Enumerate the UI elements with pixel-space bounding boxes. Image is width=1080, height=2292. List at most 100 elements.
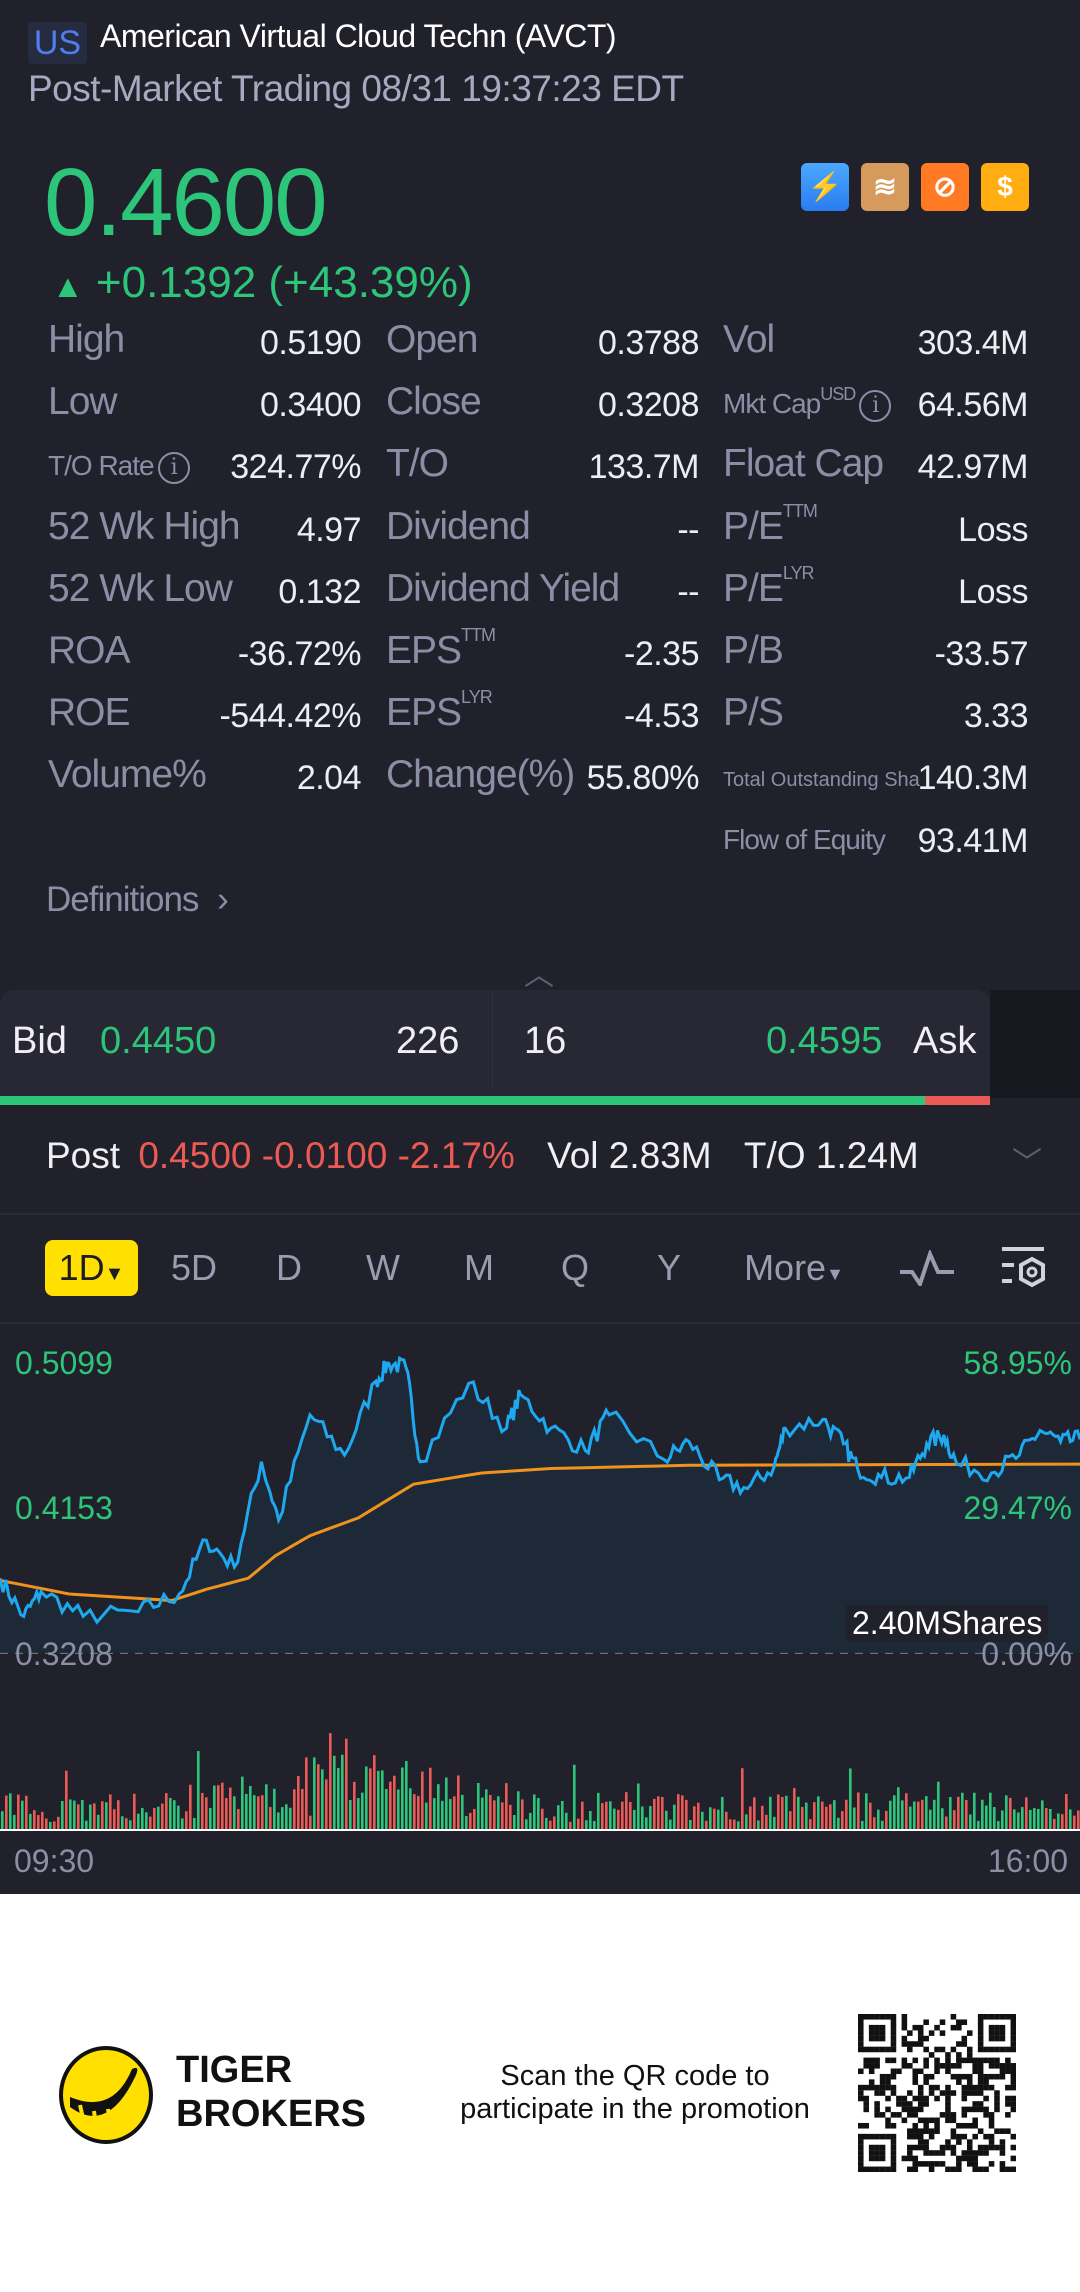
info-icon[interactable]: i <box>157 452 190 484</box>
volume-bar <box>293 1789 296 1830</box>
volume-bar <box>157 1806 160 1830</box>
volume-bar <box>561 1800 564 1830</box>
volume-bar <box>297 1776 300 1830</box>
caret-down-icon: ▼ <box>826 1264 844 1284</box>
definitions-link[interactable]: Definitions › <box>46 880 229 920</box>
volume-bar <box>269 1807 272 1830</box>
qr-module <box>999 2139 1006 2145</box>
expand-chevron-down-icon[interactable]: ﹀ <box>1012 1138 1042 1182</box>
tab-more[interactable]: More▼ <box>734 1240 854 1296</box>
volume-bar <box>545 1817 548 1830</box>
qr-module <box>858 2122 864 2129</box>
qr-module <box>972 2133 978 2140</box>
qr-module <box>874 2133 880 2140</box>
qr-module <box>934 2117 940 2124</box>
volume-bar <box>257 1796 260 1830</box>
volume-bar <box>477 1782 480 1830</box>
qr-module <box>885 2073 891 2080</box>
volume-bar <box>1021 1807 1024 1830</box>
qr-module <box>972 2101 978 2107</box>
post-price: 0.4500 <box>138 1135 252 1176</box>
volume-bar <box>373 1755 376 1830</box>
volume-bar <box>1025 1797 1028 1830</box>
volume-bar <box>265 1784 268 1830</box>
qr-module <box>885 2014 891 2020</box>
stat-label-text: Dividend <box>386 504 531 548</box>
qr-module <box>890 2035 897 2042</box>
qr-module <box>858 2144 864 2151</box>
volume-bar <box>481 1797 484 1830</box>
qr-module <box>879 2084 886 2091</box>
qr-module <box>917 2133 924 2140</box>
tab-quarter[interactable]: Q <box>550 1240 600 1296</box>
stat-label: Close <box>386 380 482 424</box>
qr-module <box>972 2090 978 2096</box>
dollar-icon[interactable]: $ <box>981 163 1029 211</box>
volume-bar <box>813 1802 816 1830</box>
volume-bar <box>837 1817 840 1830</box>
tab-week[interactable]: W <box>358 1240 408 1296</box>
qr-module <box>988 2144 995 2151</box>
qr-module <box>868 2150 875 2156</box>
qr-module <box>956 2161 962 2167</box>
qr-module <box>983 2150 989 2156</box>
stat-value: -4.53 <box>624 697 700 736</box>
qr-module <box>928 2084 935 2091</box>
volume-bar <box>425 1802 428 1830</box>
stat-label: Mkt CapUSD i <box>723 384 892 422</box>
qr-module <box>934 2063 940 2069</box>
volume-bar <box>693 1806 696 1830</box>
volume-bar <box>1001 1810 1004 1830</box>
qr-module <box>945 2068 951 2075</box>
qr-module <box>988 2112 995 2118</box>
tab-1d[interactable]: 1D▼ <box>45 1240 138 1296</box>
volume-bar <box>817 1796 820 1830</box>
qr-module <box>868 2079 875 2085</box>
tab-day[interactable]: D <box>264 1240 314 1296</box>
volume-bar <box>365 1766 368 1830</box>
volume-bar <box>1037 1808 1040 1830</box>
qr-module <box>879 2090 886 2096</box>
stat-label-sup: TTM <box>461 625 496 645</box>
qr-module <box>956 2079 962 2085</box>
stat-value: 133.7M <box>588 448 700 487</box>
qr-module <box>956 2133 962 2140</box>
collapse-chevron-up-icon[interactable]: ︿ <box>524 950 554 994</box>
volume-bar <box>61 1801 64 1830</box>
no-short-icon[interactable]: ⊘ <box>921 163 969 211</box>
tab-5d[interactable]: 5D <box>164 1240 224 1296</box>
post-change: -0.0100 <box>261 1135 388 1176</box>
volume-bar <box>13 1814 16 1830</box>
post-market-row[interactable]: Post 0.4500 -0.0100 -2.17% Vol 2.83M T/O… <box>46 1135 919 1177</box>
qr-module <box>858 2150 864 2156</box>
stat-label-text: P/E <box>723 504 784 548</box>
lightning-level1-icon[interactable]: ⚡ <box>801 163 849 211</box>
stat-value: 4.97 <box>296 510 362 549</box>
tab-month[interactable]: M <box>454 1240 504 1296</box>
qr-module <box>901 2019 908 2026</box>
chart-settings-icon[interactable] <box>998 1246 1048 1292</box>
qr-module <box>858 2166 864 2172</box>
qr-module <box>983 2095 989 2102</box>
qr-module <box>1005 2046 1011 2053</box>
qr-module <box>1010 2095 1016 2102</box>
qr-module <box>1010 2084 1016 2091</box>
qr-module <box>863 2057 870 2064</box>
indicator-wave-icon[interactable] <box>900 1250 954 1286</box>
volume-bar <box>569 1821 572 1830</box>
volume-bar <box>897 1787 900 1830</box>
qr-module <box>961 2084 968 2091</box>
qr-module <box>912 2095 919 2102</box>
volume-bar <box>353 1781 356 1830</box>
stat-label-text: Open <box>386 318 478 361</box>
qr-module <box>901 2035 908 2042</box>
info-icon[interactable]: i <box>859 389 892 422</box>
qr-module <box>917 2090 924 2096</box>
volume-bar <box>69 1799 72 1830</box>
qr-code[interactable] <box>858 2014 1016 2172</box>
volume-bar <box>453 1796 456 1830</box>
tab-year[interactable]: Y <box>644 1240 694 1296</box>
volume-bar <box>393 1775 396 1830</box>
volume-bar <box>613 1808 616 1830</box>
layers-a-icon[interactable]: ≋ <box>861 163 909 211</box>
